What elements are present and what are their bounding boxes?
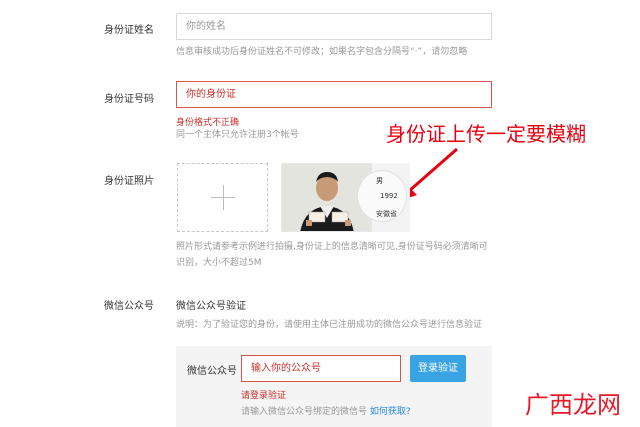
- photo-label: 身份证照片: [104, 176, 154, 187]
- wechat-error: 请登录验证: [241, 391, 287, 401]
- magnifier-text: 男: [376, 177, 383, 185]
- name-label: 身份证姓名: [104, 25, 154, 36]
- wechat-account-input[interactable]: 输入你的公众号: [241, 355, 401, 382]
- wechat-title: 微信公众号验证: [176, 301, 246, 312]
- name-placeholder: 你的姓名: [186, 21, 226, 32]
- plus-icon-v: [223, 185, 224, 210]
- name-hint: 信息审核成功后身份证姓名不可修改；如果名字包含分隔号“·”，请勿忽略: [176, 47, 468, 57]
- how-to-get-link[interactable]: 如何获取?: [370, 407, 411, 417]
- id-number-placeholder: 你的身份证: [186, 89, 236, 100]
- id-number-error: 身份格式不正确: [176, 118, 240, 128]
- photo-upload-box[interactable]: [177, 163, 268, 232]
- wechat-hint-text: 请输入微信公众号绑定的微信号: [241, 407, 368, 417]
- wechat-verify-panel: 微信公众号 输入你的公众号 登录验证 请登录验证 请输入微信公众号绑定的微信号 …: [176, 346, 492, 427]
- wechat-label: 微信公众号: [104, 301, 154, 312]
- id-number-input[interactable]: 你的身份证: [176, 81, 492, 108]
- id-number-label: 身份证号码: [104, 94, 154, 105]
- magnifier-text: 安徽省: [376, 210, 397, 218]
- watermark: 广西龙网: [525, 391, 621, 419]
- wechat-description: 说明：为了验证您的身份，请使用主体已注册成功的微信公众号进行信息验证: [176, 320, 483, 330]
- magnifier-zoom: 男 1992 安徽省: [357, 170, 407, 222]
- wechat-hint: 请输入微信公众号绑定的微信号 如何获取?: [241, 404, 411, 417]
- name-input[interactable]: 你的姓名: [176, 13, 492, 40]
- annotation-text: 身份证上传一定要模糊: [386, 122, 586, 146]
- wechat-input-placeholder: 输入你的公众号: [251, 363, 321, 374]
- photo-hint-line2: 识别，大小不超过5M: [176, 258, 262, 268]
- photo-hint-line1: 照片形式请参考示例进行拍摄,身份证上的信息清晰可见,身份证号码必须清晰可: [176, 242, 488, 252]
- login-verify-button[interactable]: 登录验证: [410, 355, 466, 382]
- wechat-input-label: 微信公众号: [187, 366, 237, 377]
- magnifier-text: 1992: [380, 192, 398, 200]
- id-number-hint: 同一个主体只允许注册3个帐号: [176, 130, 299, 140]
